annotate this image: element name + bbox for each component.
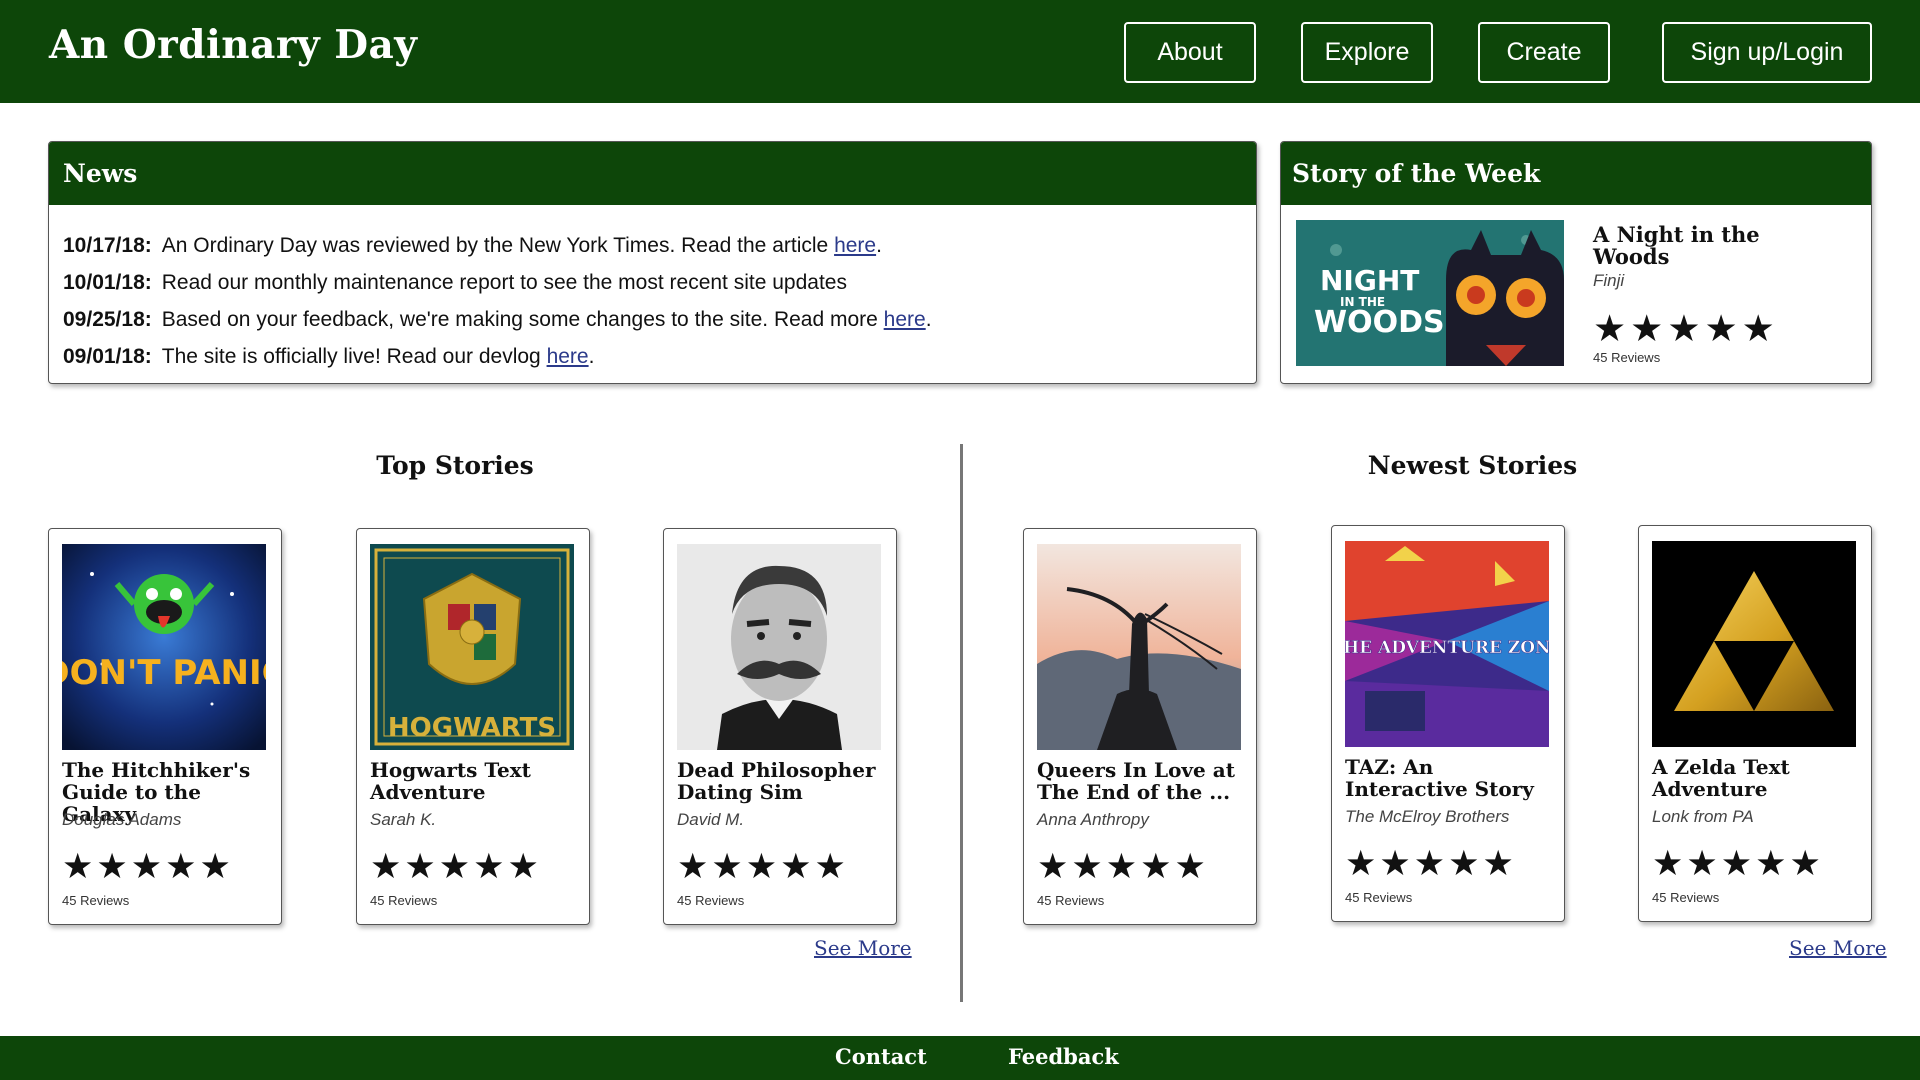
story-of-week-title[interactable]: A Night in the Woods — [1593, 224, 1793, 268]
story-of-week-cover[interactable]: NIGHT IN THE WOODS — [1296, 220, 1564, 366]
news-item: 09/25/18: Based on your feedback, we're m… — [63, 301, 1256, 338]
story-title[interactable]: Dead Philosopher Dating Sim — [677, 759, 892, 803]
story-cover — [677, 544, 881, 750]
story-review-count[interactable]: 45 Reviews — [370, 893, 437, 908]
story-author: The McElroy Brothers — [1345, 807, 1510, 826]
newest-stories-heading: Newest Stories — [1367, 451, 1578, 480]
night-in-the-woods-cover-image: NIGHT IN THE WOODS — [1296, 220, 1564, 366]
hogwarts-cover-image: HOGWARTS — [370, 544, 574, 750]
news-text: An Ordinary Day was reviewed by the New … — [161, 234, 835, 257]
story-author: Sarah K. — [370, 810, 437, 829]
story-card-zelda[interactable]: A Zelda Text Adventure Lonk from PA ★★★★… — [1638, 525, 1872, 922]
news-item: 09/01/18: The site is officially live! Re… — [63, 338, 1256, 375]
footer: Contact Feedback — [0, 1036, 1920, 1080]
site-logo[interactable]: An Ordinary Day — [49, 22, 417, 68]
newest-stories-see-more-link[interactable]: See More — [1789, 936, 1887, 960]
story-review-count[interactable]: 45 Reviews — [62, 893, 129, 908]
story-star-rating: ★★★★★ — [677, 847, 849, 886]
story-cover — [1037, 544, 1241, 750]
story-star-rating: ★★★★★ — [1037, 847, 1209, 886]
news-item: 10/01/18: Read our monthly maintenance re… — [63, 264, 1256, 301]
top-navbar: An Ordinary Day About Explore Create Sig… — [0, 0, 1920, 103]
sunset-silhouette-image — [1037, 544, 1241, 750]
news-link[interactable]: here — [884, 308, 926, 331]
news-list: 10/17/18: An Ordinary Day was reviewed by… — [49, 205, 1256, 375]
story-card-queers-in-love[interactable]: Queers In Love at The End of the ... Ann… — [1023, 528, 1257, 925]
adventure-zone-cover-image: THE ADVENTURE ZONE — [1345, 541, 1549, 747]
news-punct: . — [588, 345, 595, 368]
triforce-cover-image — [1652, 541, 1856, 747]
story-review-count[interactable]: 45 Reviews — [1037, 893, 1104, 908]
story-card-hogwarts[interactable]: HOGWARTS Hogwarts Text Adventure Sarah K… — [356, 528, 590, 925]
svg-text:WOODS: WOODS — [1314, 305, 1445, 340]
story-author: Lonk from PA — [1652, 807, 1754, 826]
top-stories-see-more-link[interactable]: See More — [814, 936, 912, 960]
news-text: Read our monthly maintenance report to s… — [161, 271, 847, 294]
story-card-dead-philosopher[interactable]: Dead Philosopher Dating Sim David M. ★★★… — [663, 528, 897, 925]
story-card-taz[interactable]: THE ADVENTURE ZONE TAZ: An Interactive S… — [1331, 525, 1565, 922]
news-punct: . — [925, 308, 932, 331]
story-of-week-panel: Story of the Week NIGHT IN THE WOODS A N… — [1280, 141, 1872, 384]
news-date: 09/01/18: — [63, 345, 152, 368]
svg-text:NIGHT: NIGHT — [1320, 264, 1419, 297]
news-date: 10/17/18: — [63, 234, 152, 257]
nav-about-button[interactable]: About — [1124, 22, 1256, 83]
story-review-count[interactable]: 45 Reviews — [1345, 890, 1412, 905]
top-stories-heading: Top Stories — [376, 451, 534, 480]
svg-text:HOGWARTS: HOGWARTS — [388, 713, 556, 743]
story-of-week-heading: Story of the Week — [1281, 142, 1871, 205]
story-title[interactable]: A Zelda Text Adventure — [1652, 756, 1867, 800]
news-date: 10/01/18: — [63, 271, 152, 294]
news-text: The site is officially live! Read our de… — [161, 345, 547, 368]
svg-text:DON'T PANIC: DON'T PANIC — [62, 653, 266, 693]
footer-contact-link[interactable]: Contact — [835, 1044, 927, 1069]
story-cover — [1652, 541, 1856, 747]
svg-text:THE ADVENTURE ZONE: THE ADVENTURE ZONE — [1345, 638, 1549, 658]
story-cover: HOGWARTS — [370, 544, 574, 750]
news-panel: News 10/17/18: An Ordinary Day was review… — [48, 141, 1257, 384]
story-star-rating: ★★★★★ — [1652, 844, 1824, 883]
story-title[interactable]: Hogwarts Text Adventure — [370, 759, 585, 803]
section-divider — [960, 444, 963, 1002]
story-title[interactable]: Queers In Love at The End of the ... — [1037, 759, 1252, 803]
story-of-week-author: Finji — [1593, 271, 1625, 290]
news-link[interactable]: here — [547, 345, 589, 368]
story-of-week-review-count[interactable]: 45 Reviews — [1593, 350, 1660, 365]
nav-create-button[interactable]: Create — [1478, 22, 1610, 83]
story-star-rating: ★★★★★ — [1345, 844, 1517, 883]
story-author: David M. — [677, 810, 745, 829]
dont-panic-cover-image: DON'T PANIC — [62, 544, 266, 750]
philosopher-portrait-image — [677, 544, 881, 750]
story-title[interactable]: TAZ: An Interactive Story — [1345, 756, 1560, 800]
footer-feedback-link[interactable]: Feedback — [1008, 1044, 1119, 1069]
story-star-rating: ★★★★★ — [370, 847, 542, 886]
story-review-count[interactable]: 45 Reviews — [677, 893, 744, 908]
story-card-hitchhikers[interactable]: DON'T PANIC The Hitchhiker's Guide to th… — [48, 528, 282, 925]
news-heading: News — [49, 142, 1256, 205]
story-star-rating: ★★★★★ — [62, 847, 234, 886]
story-cover: THE ADVENTURE ZONE — [1345, 541, 1549, 747]
news-date: 09/25/18: — [63, 308, 152, 331]
news-link[interactable]: here — [834, 234, 876, 257]
story-cover: DON'T PANIC — [62, 544, 266, 750]
story-author: Douglas Adams — [62, 810, 182, 829]
story-author: Anna Anthropy — [1037, 810, 1149, 829]
nav-explore-button[interactable]: Explore — [1301, 22, 1433, 83]
nav-signup-login-button[interactable]: Sign up/Login — [1662, 22, 1872, 83]
news-punct: . — [876, 234, 882, 257]
news-item: 10/17/18: An Ordinary Day was reviewed by… — [63, 227, 1256, 264]
story-review-count[interactable]: 45 Reviews — [1652, 890, 1719, 905]
story-of-week-star-rating: ★★★★★ — [1593, 308, 1779, 349]
news-text: Based on your feedback, we're making som… — [161, 308, 884, 331]
